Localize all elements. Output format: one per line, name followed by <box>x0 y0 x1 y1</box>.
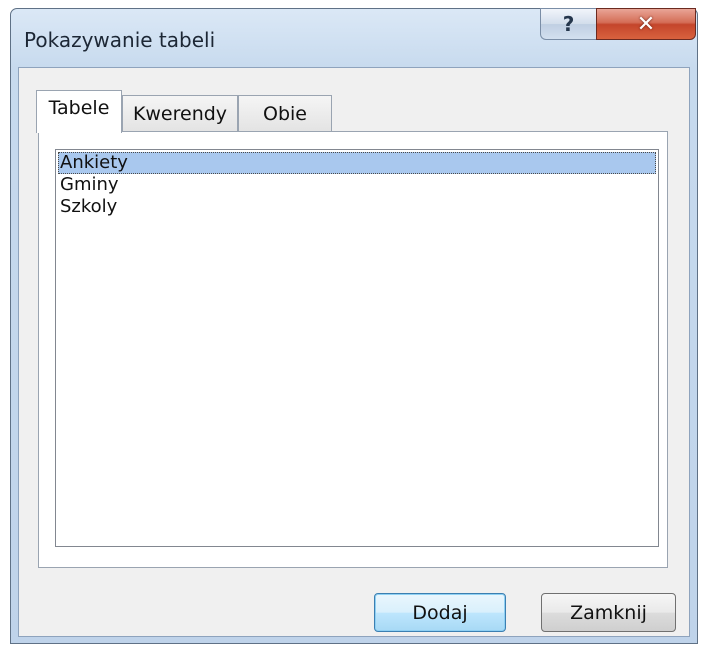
add-button[interactable]: Dodaj <box>374 593 506 632</box>
list-item[interactable]: Szkoly <box>58 196 656 218</box>
show-table-dialog: Pokazywanie tabeli ? ✕ Tabele Kwerendy O… <box>10 8 698 644</box>
close-window-button[interactable]: ✕ <box>596 8 696 40</box>
list-item[interactable]: Ankiety <box>58 152 656 174</box>
tab-panel-tables: Ankiety Gminy Szkoly <box>38 131 668 568</box>
list-item[interactable]: Gminy <box>58 174 656 196</box>
dialog-title: Pokazywanie tabeli <box>24 28 216 52</box>
tab-both[interactable]: Obie <box>238 95 332 132</box>
close-button[interactable]: Zamknij <box>541 593 676 632</box>
title-bar[interactable]: Pokazywanie tabeli ? ✕ <box>11 8 697 67</box>
close-icon: ✕ <box>636 11 656 37</box>
help-icon: ? <box>562 12 575 36</box>
help-button[interactable]: ? <box>540 8 596 40</box>
tab-queries[interactable]: Kwerendy <box>122 95 238 132</box>
tab-tables[interactable]: Tabele <box>36 90 122 133</box>
table-listbox[interactable]: Ankiety Gminy Szkoly <box>55 149 659 547</box>
dialog-content: Tabele Kwerendy Obie Ankiety Gminy Szkol… <box>18 67 690 637</box>
